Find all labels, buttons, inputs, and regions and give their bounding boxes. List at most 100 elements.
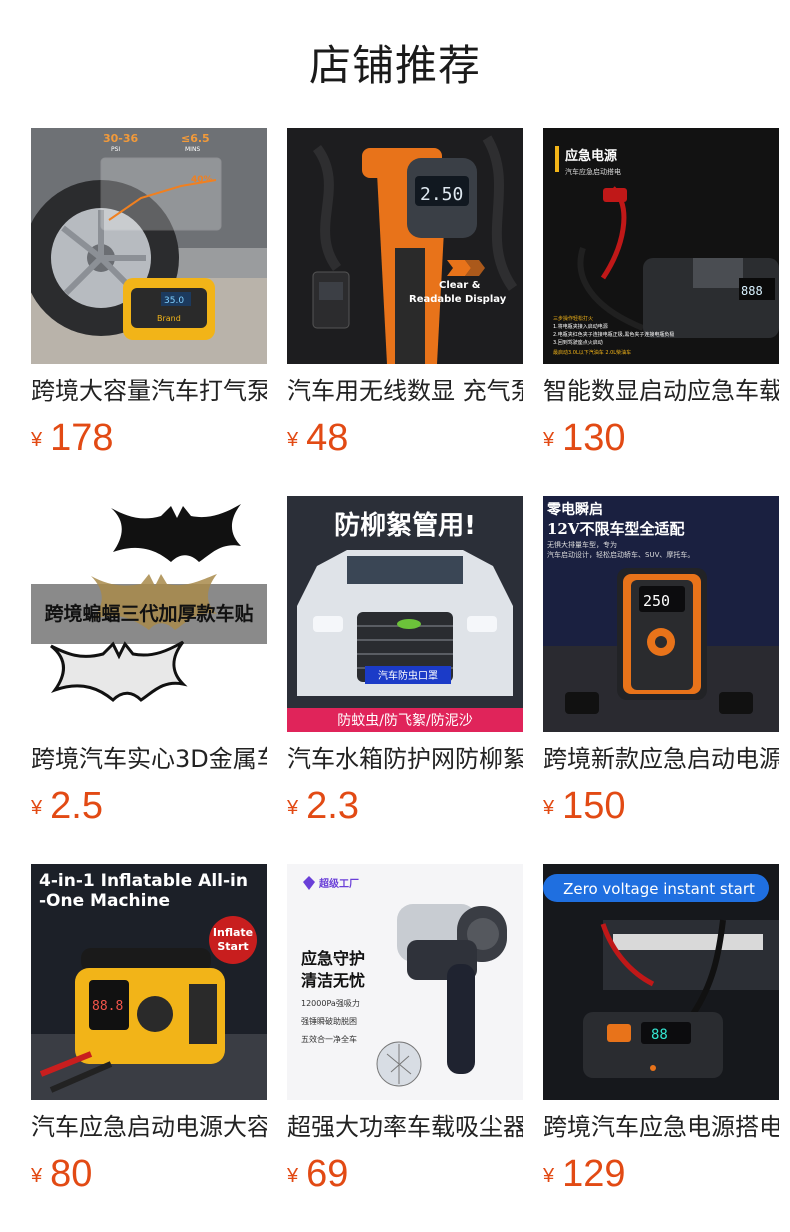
headline-line-1: 应急守护 bbox=[301, 949, 365, 968]
badge-line-2: Start bbox=[217, 940, 248, 953]
product-name[interactable]: 跨境新款应急启动电源 bbox=[543, 742, 779, 776]
stat-mins: ≤6.5 bbox=[181, 132, 210, 145]
bullet-3: 五效合一净全车 bbox=[301, 1034, 357, 1044]
product-image[interactable]: 30-36 ≤6.5 PSI MINS 40% 35.0 Brand bbox=[31, 128, 267, 364]
currency-symbol: ¥ bbox=[543, 1165, 555, 1187]
product-price: ¥69 bbox=[287, 1152, 348, 1196]
product-card[interactable]: 30-36 ≤6.5 PSI MINS 40% 35.0 Brand 跨境大容量… bbox=[31, 128, 267, 496]
caption-line-2: Readable Display bbox=[409, 294, 507, 305]
currency-symbol: ¥ bbox=[287, 1165, 299, 1187]
inflator-display: 2.50 bbox=[420, 184, 463, 205]
brand-label: Brand bbox=[157, 314, 181, 323]
power-display: 888 bbox=[741, 284, 763, 298]
inflatable-all-in-one-photo: 4-in-1 Inflatable All-in -One Machine In… bbox=[31, 864, 267, 1100]
product-card[interactable]: 跨境蝙蝠三代加厚款车贴 跨境汽车实心3D金属车贴 ¥2.5 bbox=[31, 496, 267, 864]
product-card[interactable]: 防柳絮管用! 汽车防虫口罩 防蚊虫/防飞絮/防泥沙 汽车水箱防护网防柳絮 ¥ 2… bbox=[287, 496, 523, 864]
product-name[interactable]: 汽车用无线数显 充气泵 bbox=[287, 374, 523, 408]
price-value: 130 bbox=[562, 417, 626, 459]
product-price: ¥2.5 bbox=[31, 784, 103, 828]
product-price: ¥129 bbox=[543, 1152, 626, 1196]
product-image[interactable]: 4-in-1 Inflatable All-in -One Machine In… bbox=[31, 864, 267, 1100]
headline: 应急电源 bbox=[565, 148, 617, 164]
stat-mins-unit: MINS bbox=[185, 146, 200, 153]
currency-symbol: ¥ bbox=[543, 797, 555, 819]
car-vacuum-photo: 超级工厂 应急守护 清洁无忧 12000Pa强吸力 强锤瞬破助脱困 五效合一净全… bbox=[287, 864, 523, 1100]
price-value: 48 bbox=[306, 417, 349, 459]
product-card[interactable]: 零电瞬启 12V不限车型全适配 无惧大排量车型，专为 汽车启动设计，轻松启动轿车… bbox=[543, 496, 779, 864]
jump-starter-photo: 零电瞬启 12V不限车型全适配 无惧大排量车型，专为 汽车启动设计，轻松启动轿车… bbox=[543, 496, 779, 732]
product-image[interactable]: 零电瞬启 12V不限车型全适配 无惧大排量车型，专为 汽车启动设计，轻松启动轿车… bbox=[543, 496, 779, 732]
product-card[interactable]: 应急电源 汽车应急启动搭电 888 三步操作轻松打火 1.将电瓶夹接入启动电源 … bbox=[543, 128, 779, 496]
line-1: 无惧大排量车型，专为 bbox=[547, 540, 617, 549]
footer-line-1: 三步操作轻松打火 bbox=[553, 315, 593, 322]
price-value: 2.5 bbox=[50, 785, 103, 827]
starter-display: 250 bbox=[643, 592, 670, 610]
footer-line-2: 1.将电瓶夹接入启动电源 bbox=[553, 323, 608, 330]
bullet-2: 强锤瞬破助脱困 bbox=[301, 1016, 357, 1026]
radiator-net-photo: 防柳絮管用! 汽车防虫口罩 防蚊虫/防飞絮/防泥沙 bbox=[287, 496, 523, 732]
currency-symbol: ¥ bbox=[543, 429, 555, 451]
bullet-1: 12000Pa强吸力 bbox=[301, 998, 360, 1008]
price-value: 69 bbox=[306, 1153, 349, 1195]
currency-symbol: ¥ bbox=[287, 429, 299, 451]
product-price: ¥178 bbox=[31, 416, 114, 460]
product-card[interactable]: 2.50 Clear & Readable Display 汽车用无线数显 充气… bbox=[287, 128, 523, 496]
line-2: 汽车启动设计，轻松启动轿车、SUV、摩托车。 bbox=[547, 550, 694, 559]
product-image[interactable]: Zero voltage instant start 88 bbox=[543, 864, 779, 1100]
percent-label: 40% bbox=[191, 175, 213, 185]
product-grid: 30-36 ≤6.5 PSI MINS 40% 35.0 Brand 跨境大容量… bbox=[31, 128, 779, 1232]
price-value: 2.3 bbox=[306, 785, 359, 827]
headline: 零电瞬启 bbox=[546, 501, 603, 518]
banner-text: 跨境蝙蝠三代加厚款车贴 bbox=[44, 602, 253, 625]
bat-emblem-photo: 跨境蝙蝠三代加厚款车贴 bbox=[31, 496, 267, 732]
product-image[interactable]: 防柳絮管用! 汽车防虫口罩 防蚊虫/防飞絮/防泥沙 bbox=[287, 496, 523, 732]
product-name[interactable]: 跨境大容量汽车打气泵 bbox=[31, 374, 267, 408]
factory-badge: 超级工厂 bbox=[318, 877, 359, 890]
product-price: ¥150 bbox=[543, 784, 626, 828]
product-image[interactable]: 应急电源 汽车应急启动搭电 888 三步操作轻松打火 1.将电瓶夹接入启动电源 … bbox=[543, 128, 779, 364]
product-name[interactable]: 跨境汽车应急电源搭电宝 bbox=[543, 1110, 779, 1144]
product-image[interactable]: 跨境蝙蝠三代加厚款车贴 bbox=[31, 496, 267, 732]
price-value: 178 bbox=[50, 417, 114, 459]
product-name[interactable]: 智能数显启动应急车载电源 bbox=[543, 374, 779, 408]
product-card[interactable]: Zero voltage instant start 88 跨境汽车应急电源搭电… bbox=[543, 864, 779, 1232]
product-name[interactable]: 跨境汽车实心3D金属车贴 bbox=[31, 742, 267, 776]
headline-line-1: 4-in-1 Inflatable All-in bbox=[39, 871, 248, 891]
product-price: ¥2.3 bbox=[287, 784, 359, 828]
price-value: 150 bbox=[562, 785, 626, 827]
product-name[interactable]: 汽车水箱防护网防柳絮 bbox=[287, 742, 523, 776]
product-image[interactable]: 超级工厂 应急守护 清洁无忧 12000Pa强吸力 强锤瞬破助脱困 五效合一净全… bbox=[287, 864, 523, 1100]
badge-line-1: Inflate bbox=[213, 926, 253, 939]
headline: 防柳絮管用! bbox=[334, 510, 476, 541]
store-recommendation-page: 店铺推荐 30-36 ≤6.5 PSI MINS 40% 35.0 Brand … bbox=[0, 0, 790, 1232]
subhead: 12V不限车型全适配 bbox=[547, 520, 685, 538]
product-name[interactable]: 汽车应急启动电源大容量 bbox=[31, 1110, 267, 1144]
currency-symbol: ¥ bbox=[287, 797, 299, 819]
starter-display: 88 bbox=[651, 1027, 668, 1043]
tag-label: 汽车防虫口罩 bbox=[378, 669, 438, 682]
footer-line-4: 3.回到驾驶座点火启动 bbox=[553, 339, 603, 346]
product-price: ¥130 bbox=[543, 416, 626, 460]
headline-line-2: -One Machine bbox=[39, 891, 170, 911]
product-card[interactable]: 超级工厂 应急守护 清洁无忧 12000Pa强吸力 强锤瞬破助脱困 五效合一净全… bbox=[287, 864, 523, 1232]
product-price: ¥48 bbox=[287, 416, 348, 460]
currency-symbol: ¥ bbox=[31, 429, 43, 451]
product-name[interactable]: 超强大功率车载吸尘器 bbox=[287, 1110, 523, 1144]
pump-display: 35.0 bbox=[164, 296, 184, 306]
caption-line-1: Clear & bbox=[439, 280, 481, 291]
stat-psi: 30-36 bbox=[103, 132, 139, 145]
emergency-power-photo: 应急电源 汽车应急启动搭电 888 三步操作轻松打火 1.将电瓶夹接入启动电源 … bbox=[543, 128, 779, 364]
wireless-inflator-photo: 2.50 Clear & Readable Display bbox=[287, 128, 523, 364]
footer-label: 防蚊虫/防飞絮/防泥沙 bbox=[337, 712, 472, 729]
product-image[interactable]: 2.50 Clear & Readable Display bbox=[287, 128, 523, 364]
price-value: 80 bbox=[50, 1153, 93, 1195]
price-value: 129 bbox=[562, 1153, 626, 1195]
product-card[interactable]: 4-in-1 Inflatable All-in -One Machine In… bbox=[31, 864, 267, 1232]
footer-line-3: 2.电瓶夹红色夹子连接电瓶正极,黑色夹子连接电瓶负极 bbox=[553, 331, 674, 338]
subline: 汽车应急启动搭电 bbox=[565, 167, 621, 176]
banner-text: Zero voltage instant start bbox=[563, 880, 755, 898]
product-price: ¥80 bbox=[31, 1152, 92, 1196]
stat-psi-unit: PSI bbox=[111, 146, 120, 153]
power-bank-starter-photo: Zero voltage instant start 88 bbox=[543, 864, 779, 1100]
footer-line-5: 最启动3.0L以下汽油车 2.0L柴油车 bbox=[553, 349, 631, 356]
